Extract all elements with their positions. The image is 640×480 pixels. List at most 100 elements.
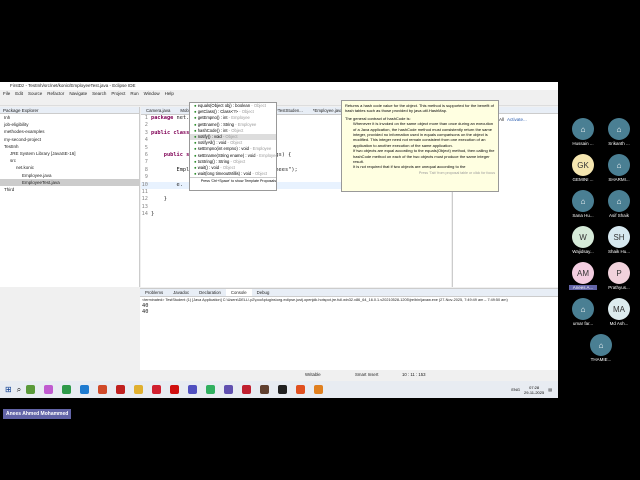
menu-file[interactable]: File	[3, 90, 10, 98]
menu-help[interactable]: Help	[165, 90, 174, 98]
bottom-tab-javadoc[interactable]: Javadoc	[168, 289, 194, 296]
taskbar-app-icon[interactable]	[170, 385, 180, 394]
avatar-initials: AM	[577, 268, 589, 278]
menu-refactor[interactable]: Refactor	[47, 90, 64, 98]
menu-project[interactable]: Project	[111, 90, 125, 98]
menu-source[interactable]: Source	[28, 90, 42, 98]
menu-window[interactable]: Window	[144, 90, 160, 98]
editor-tab[interactable]: Camera.java	[141, 107, 175, 114]
tree-item[interactable]: TestInh	[0, 143, 139, 150]
participant-tile[interactable]: ⌂ SHARMI...	[605, 154, 633, 182]
completion-signature: getClass() : Class<?>	[197, 109, 238, 115]
content-assist-popup[interactable]: ● equals(Object obj) : boolean - Object ●…	[189, 102, 278, 191]
completion-item[interactable]: ● wait(long timeoutMillis) : void - Obje…	[190, 171, 276, 177]
completion-owner: Object	[241, 109, 254, 115]
tree-item[interactable]: Inh	[0, 114, 139, 121]
line-number: 12	[141, 196, 148, 203]
menu-bar: File Edit Source Refactor Navigate Search Proj…	[0, 90, 558, 98]
menu-navigate[interactable]: Navigate	[69, 90, 87, 98]
start-icon[interactable]: ⊞	[5, 385, 12, 394]
clock-date[interactable]: 29-11-2025	[524, 390, 544, 395]
participant-avatar-person-icon: ⌂	[572, 118, 594, 140]
taskbar-app-icon[interactable]	[314, 385, 324, 394]
taskbar-app-icon[interactable]	[260, 385, 270, 394]
participant-tile[interactable]: ⌂ umar far...	[569, 298, 597, 326]
tree-item[interactable]: JRE System Library [JavaSE-16]	[0, 150, 139, 157]
taskbar-app-icon[interactable]	[116, 385, 126, 394]
completion-signature: wait() : void	[197, 164, 220, 170]
package-explorer-title: Package Explorer	[0, 107, 139, 114]
bottom-tab-declaration[interactable]: Declaration	[194, 289, 226, 296]
taskbar-app-icon[interactable]	[224, 385, 234, 394]
completion-owner: Employee	[231, 115, 250, 121]
tree-item[interactable]: job-eligibility	[0, 121, 139, 128]
code-line: 12 }	[141, 196, 451, 203]
line-number: 11	[141, 188, 148, 195]
participant-name: THAMIE...	[590, 357, 612, 362]
taskbar-app-icon[interactable]	[296, 385, 306, 394]
taskbar-app-icon[interactable]	[242, 385, 252, 394]
participant-name: Asif Shaik	[608, 213, 629, 218]
code-text: }	[151, 196, 167, 203]
task-activate-link[interactable]: Activate...	[507, 117, 527, 124]
participant-name: Anees A...	[569, 285, 597, 290]
notification-icon[interactable]: ▤	[548, 387, 552, 392]
taskbar-app-icon[interactable]	[80, 385, 90, 394]
participant-tile[interactable]: W Wajidsay...	[569, 226, 597, 254]
status-cursor-position: 10 : 11 : 153	[402, 372, 426, 377]
tree-item[interactable]: src	[0, 157, 139, 164]
participant-tile[interactable]: ⌂ Srikanth ...	[605, 118, 633, 146]
tree-item[interactable]: methodes-examples	[0, 128, 139, 135]
completion-owner: Object	[230, 140, 243, 146]
menu-search[interactable]: Search	[92, 90, 106, 98]
console-output-line: 40	[142, 309, 149, 315]
completion-owner: Object	[231, 127, 244, 133]
participant-tile[interactable]: SH Shaik Hu...	[605, 226, 633, 254]
line-number: 7	[144, 159, 148, 166]
taskbar-app-icon[interactable]	[44, 385, 54, 394]
completion-signature: getEmpno() : int	[197, 115, 228, 121]
package-explorer: Package Explorer Inh job-eligibility metho…	[0, 107, 140, 287]
participant-avatar-person-icon: ⌂	[590, 334, 612, 356]
code-line: 13	[141, 204, 451, 211]
participant-tile[interactable]: ⌂ Hussain ...	[569, 118, 597, 146]
bottom-tab-problems[interactable]: Problems	[140, 289, 168, 296]
tree-item[interactable]: Employee.java	[0, 172, 139, 179]
taskbar-app-icon[interactable]	[62, 385, 72, 394]
language-indicator[interactable]: ENG	[511, 387, 520, 392]
console-panel: Problems Javadoc Declaration Console Debug <…	[140, 288, 558, 370]
completion-signature: setEname(String ename) : void	[197, 152, 256, 158]
code-text: }	[151, 211, 155, 218]
completion-owner: Object	[254, 171, 268, 177]
taskbar-app-icon[interactable]	[152, 385, 162, 394]
participant-tile[interactable]: P Prathyus...	[605, 262, 633, 290]
menu-edit[interactable]: Edit	[15, 90, 23, 98]
participants-panel: ⌂ Hussain ... ⌂ Srikanth ... GK GEMINI ... ⌂ SH…	[562, 118, 640, 362]
line-number: 9	[144, 174, 148, 181]
tree-item[interactable]: my-second-project	[0, 136, 139, 143]
completion-owner: Object	[253, 103, 266, 108]
tree-item[interactable]: net.konic	[0, 164, 139, 171]
participant-tile[interactable]: ⌂ THAMIE...	[587, 334, 615, 362]
menu-run[interactable]: Run	[130, 90, 138, 98]
line-number: 3	[144, 129, 148, 136]
participant-avatar: AM	[572, 262, 594, 284]
taskbar-app-icon[interactable]	[98, 385, 108, 394]
participant-tile[interactable]: MA Md Ash...	[605, 298, 633, 326]
tree-item[interactable]: EmployeeTest.java	[0, 178, 139, 186]
participant-tile[interactable]: ⌂ Asif Shaik	[605, 190, 633, 218]
taskbar-app-icon[interactable]	[26, 385, 36, 394]
bottom-tab-console[interactable]: Console	[225, 289, 252, 296]
participant-tile[interactable]: GK GEMINI ...	[569, 154, 597, 182]
participant-tile[interactable]: AM Anees A...	[569, 262, 597, 290]
taskbar-app-icon[interactable]	[206, 385, 216, 394]
tree-item[interactable]: Third	[0, 186, 139, 193]
search-icon[interactable]: ⌕	[17, 385, 21, 395]
task-all-filter[interactable]: All	[499, 117, 504, 124]
bottom-tab-debug[interactable]: Debug	[252, 289, 275, 296]
code-text: e.	[151, 181, 183, 188]
taskbar-app-icon[interactable]	[278, 385, 288, 394]
participant-tile[interactable]: ⌂ Sana Hu...	[569, 190, 597, 218]
taskbar-app-icon[interactable]	[188, 385, 198, 394]
taskbar-app-icon[interactable]	[134, 385, 144, 394]
